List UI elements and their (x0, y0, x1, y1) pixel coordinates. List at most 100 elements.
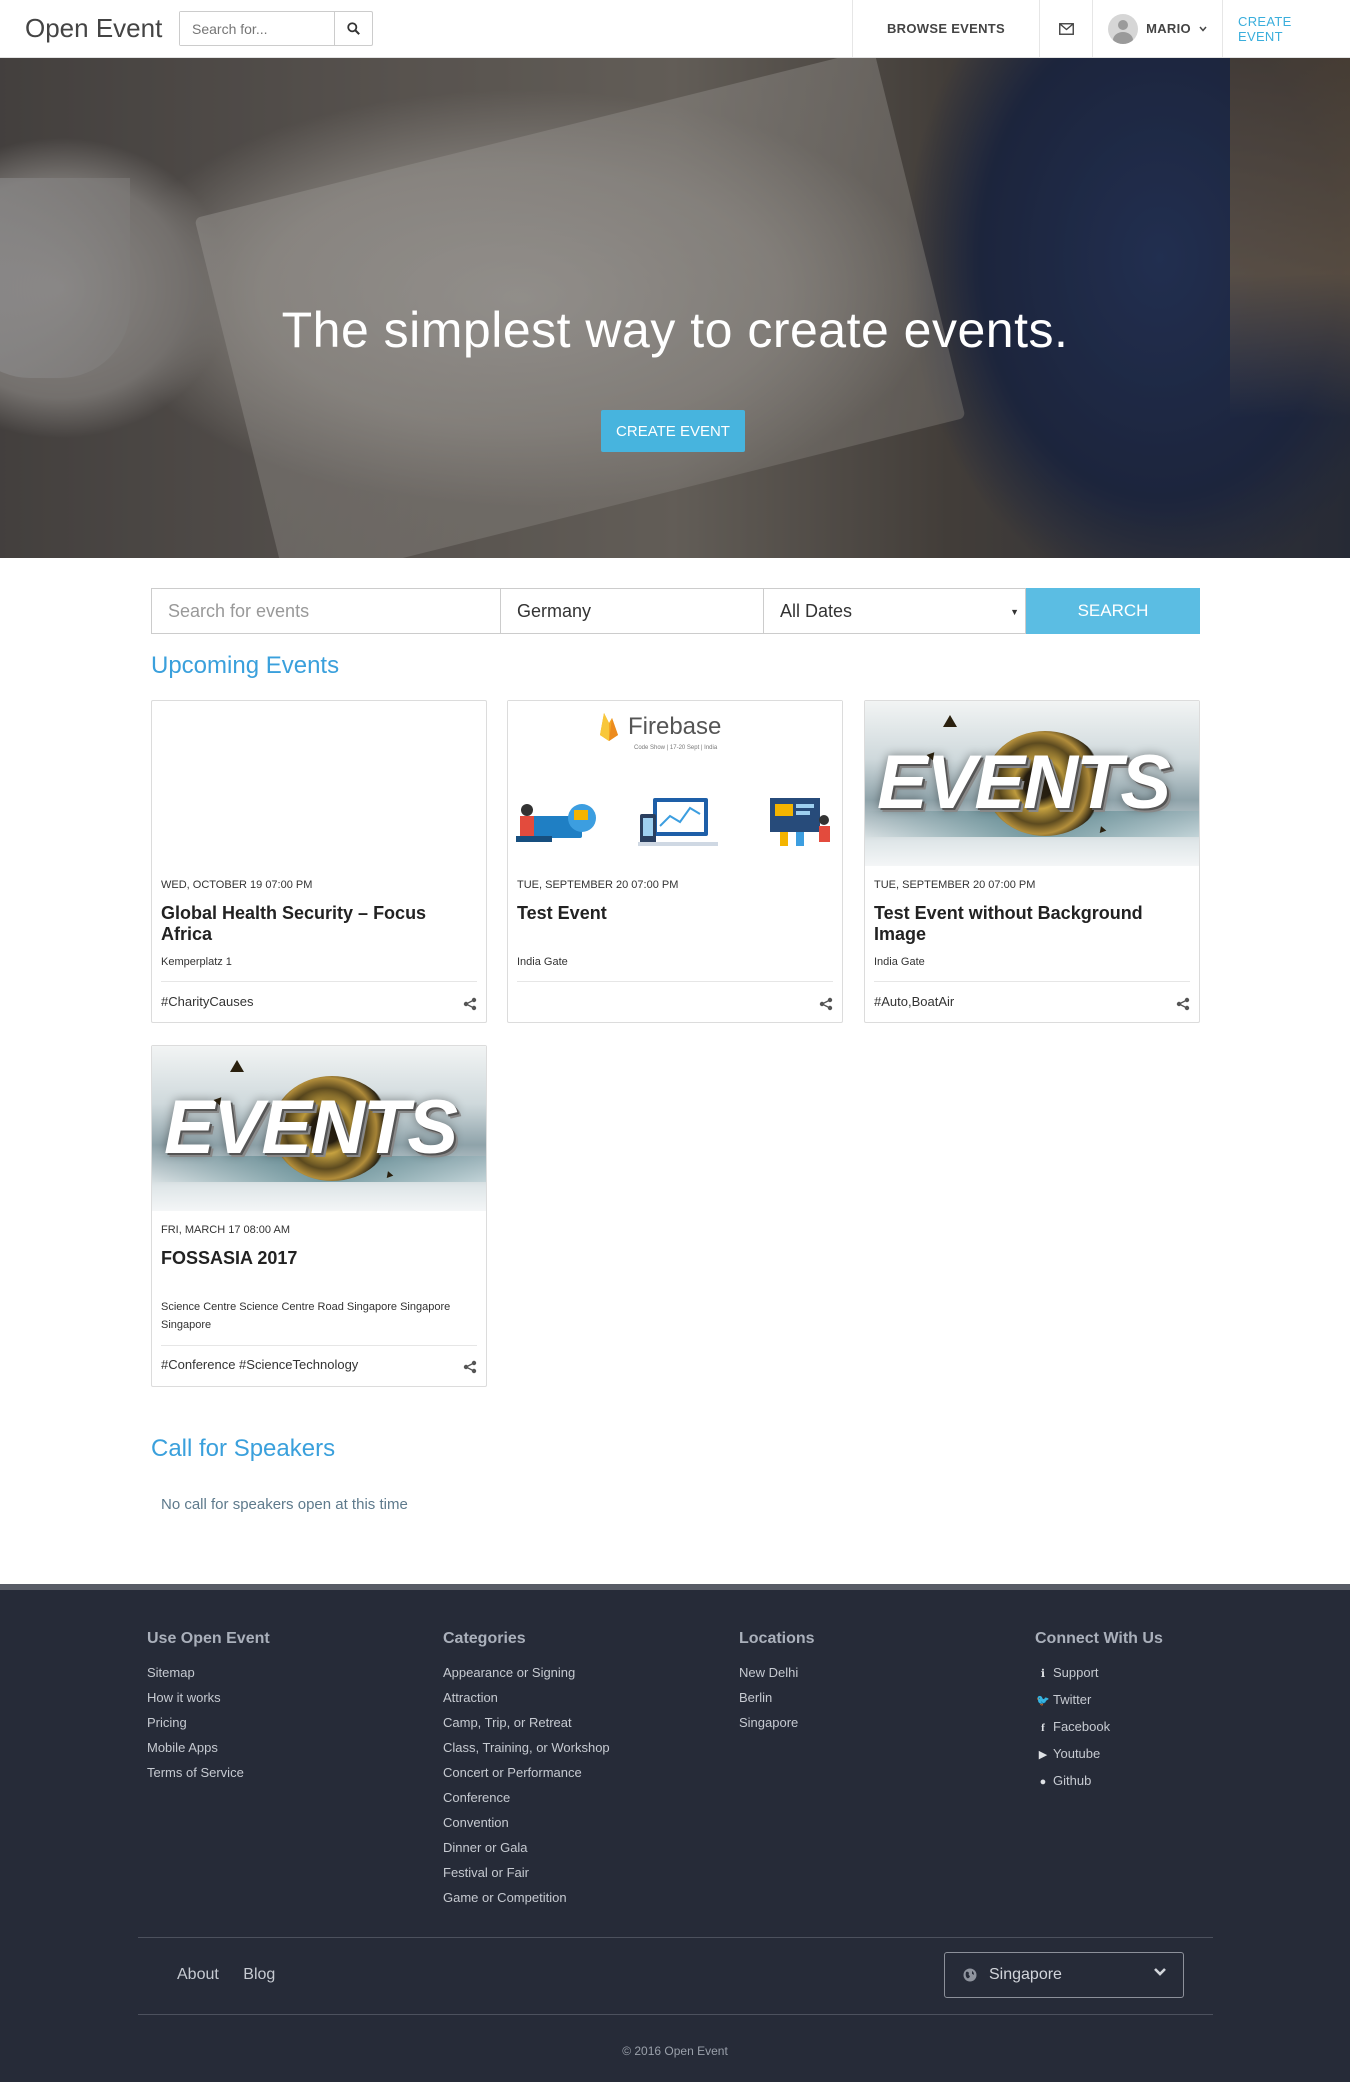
card-divider (874, 981, 1190, 982)
event-location: India Gate (874, 956, 925, 968)
event-tags[interactable]: #Auto,BoatAir (874, 994, 954, 1009)
footer-link-youtube[interactable]: ▶ Youtube (1035, 1741, 1163, 1768)
globe-icon (963, 1968, 977, 1982)
share-icon[interactable] (1176, 997, 1190, 1011)
hero-headline: The simplest way to create events. (281, 302, 1069, 358)
event-title[interactable]: Test Event without Background Image (874, 903, 1194, 945)
footer-about-link[interactable]: About (177, 1966, 219, 1983)
date-select-value: All Dates (780, 600, 853, 621)
event-search-bar: Search for events Germany All Dates ▼ SE… (151, 588, 1200, 634)
footer-location-link[interactable]: Berlin (739, 1685, 815, 1710)
hero-banner: The simplest way to create events. CREAT… (0, 58, 1350, 558)
brand-logo[interactable]: Open Event (25, 13, 162, 44)
footer-category-link[interactable]: Concert or Performance (443, 1760, 610, 1785)
event-search-input[interactable]: Search for events (151, 588, 501, 634)
footer-link-label: Twitter (1053, 1692, 1092, 1707)
footer-category-link[interactable]: Festival or Fair (443, 1860, 610, 1885)
firebase-banner-title: Firebase (628, 713, 722, 740)
footer-category-link[interactable]: Game or Competition (443, 1885, 610, 1910)
nav-search-input[interactable] (180, 12, 334, 45)
footer-blog-link[interactable]: Blog (243, 1966, 275, 1983)
event-card[interactable]: EVENTS FRI, MARCH 17 08:00 AM FOSSASIA 2… (151, 1045, 487, 1387)
event-card-image (152, 701, 486, 866)
footer-connect: Connect With Us ℹ Support 🐦 Twitter f Faceb… (1035, 1630, 1163, 1795)
footer-category-link[interactable]: Conference (443, 1785, 610, 1810)
event-title[interactable]: FOSSASIA 2017 (161, 1248, 481, 1269)
envelope-icon (1058, 22, 1074, 35)
footer-divider (138, 1937, 1213, 1938)
location-input[interactable]: Germany (501, 588, 764, 634)
event-title[interactable]: Test Event (517, 903, 837, 924)
footer-category-link[interactable]: Appearance or Signing (443, 1660, 610, 1685)
footer-link-sitemap[interactable]: Sitemap (147, 1660, 270, 1685)
footer-link-facebook[interactable]: f Facebook (1035, 1714, 1163, 1741)
footer-category-link[interactable]: Dinner or Gala (443, 1835, 610, 1860)
share-icon[interactable] (463, 1360, 477, 1374)
card-divider (161, 1345, 477, 1346)
footer-link-terms[interactable]: Terms of Service (147, 1760, 270, 1785)
info-icon: ℹ (1040, 1668, 1046, 1680)
event-card[interactable]: Firebase Code Show | 17-20 Sept | India … (507, 700, 843, 1023)
messages-button[interactable] (1039, 0, 1092, 57)
footer-link-mobile-apps[interactable]: Mobile Apps (147, 1735, 270, 1760)
nav-search-button[interactable] (334, 12, 372, 45)
event-card-image: EVENTS (865, 701, 1199, 866)
footer-category-link[interactable]: Camp, Trip, or Retreat (443, 1710, 610, 1735)
event-tags[interactable]: #CharityCauses (161, 994, 254, 1009)
event-tags[interactable]: #Conference #ScienceTechnology (161, 1357, 358, 1372)
footer-heading: Connect With Us (1035, 1630, 1163, 1647)
events-banner-text: EVENTS (877, 740, 1171, 825)
footer-link-label: Facebook (1053, 1719, 1111, 1734)
share-icon[interactable] (819, 997, 833, 1011)
footer-category-link[interactable]: Attraction (443, 1685, 610, 1710)
nav-search (179, 11, 373, 46)
footer-location-link[interactable]: New Delhi (739, 1660, 815, 1685)
footer-heading: Locations (739, 1630, 815, 1647)
banner-shard (230, 1060, 244, 1072)
footer-link-pricing[interactable]: Pricing (147, 1710, 270, 1735)
github-icon: ● (1039, 1776, 1047, 1788)
footer-link-how-it-works[interactable]: How it works (147, 1685, 270, 1710)
footer-category-link[interactable]: Convention (443, 1810, 610, 1835)
footer-use-open-event: Use Open Event Sitemap How it works Pric… (147, 1630, 270, 1785)
avatar (1108, 13, 1139, 44)
event-date: WED, OCTOBER 19 07:00 PM (161, 879, 313, 891)
copyright: © 2016 Open Event (622, 2044, 728, 2058)
footer-link-support[interactable]: ℹ Support (1035, 1660, 1163, 1687)
date-select[interactable]: All Dates ▼ (764, 588, 1026, 634)
event-card[interactable]: WED, OCTOBER 19 07:00 PM Global Health S… (151, 700, 487, 1023)
search-icon (347, 22, 360, 35)
firebase-flame-icon (600, 713, 618, 741)
language-select[interactable]: Singapore (944, 1952, 1184, 1998)
footer-divider (138, 2014, 1213, 2015)
user-menu[interactable]: MARIO (1092, 0, 1222, 57)
footer-heading: Use Open Event (147, 1630, 270, 1647)
search-button[interactable]: SEARCH (1026, 588, 1200, 634)
hero-create-event-button[interactable]: CREATE EVENT (601, 410, 745, 452)
event-card[interactable]: EVENTS TUE, SEPTEMBER 20 07:00 PM Test E… (864, 700, 1200, 1023)
event-title[interactable]: Global Health Security – Focus Africa (161, 903, 481, 945)
event-date: TUE, SEPTEMBER 20 07:00 PM (517, 879, 679, 891)
create-event-link[interactable]: CREATE EVENT (1222, 0, 1350, 57)
chevron-down-icon (1199, 26, 1207, 32)
navbar: Open Event BROWSE EVENTS MARIO CREATE EV… (0, 0, 1350, 58)
footer-link-label: Github (1053, 1773, 1092, 1788)
footer-location-link[interactable]: Singapore (739, 1710, 815, 1735)
event-card-image: EVENTS (152, 1046, 486, 1211)
footer-link-twitter[interactable]: 🐦 Twitter (1035, 1687, 1163, 1714)
youtube-icon: ▶ (1038, 1749, 1048, 1761)
footer-category-link[interactable]: Class, Training, or Workshop (443, 1735, 610, 1760)
call-for-speakers-title: Call for Speakers (151, 1435, 336, 1462)
footer-bottom-links: About Blog (177, 1966, 295, 1984)
chevron-down-icon (1154, 1968, 1166, 1976)
nav-right: BROWSE EVENTS MARIO CREATE EVENT (852, 0, 1350, 57)
card-divider (517, 981, 833, 982)
footer-link-github[interactable]: ● Github (1035, 1768, 1163, 1795)
user-name: MARIO (1146, 21, 1191, 36)
upcoming-events-title: Upcoming Events (151, 652, 340, 679)
share-icon[interactable] (463, 997, 477, 1011)
browse-events-link[interactable]: BROWSE EVENTS (852, 0, 1039, 57)
language-select-value: Singapore (989, 1966, 1062, 1983)
event-date: TUE, SEPTEMBER 20 07:00 PM (874, 879, 1036, 891)
footer-heading: Categories (443, 1630, 526, 1647)
